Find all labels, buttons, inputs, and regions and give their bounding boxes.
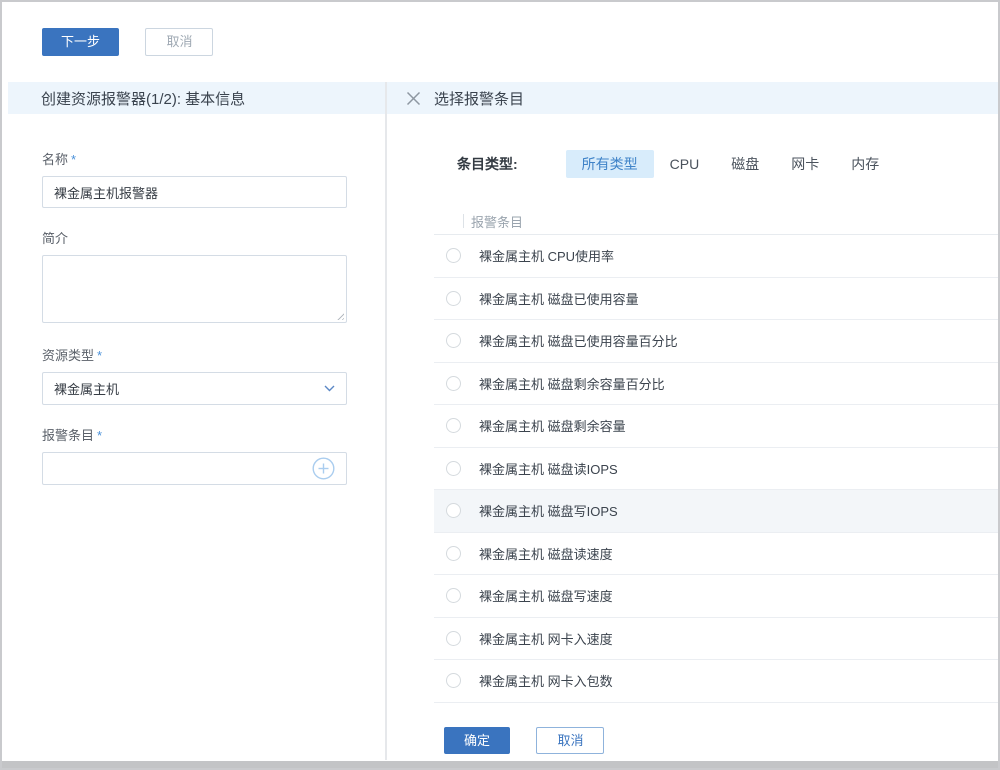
left-panel-title: 创建资源报警器(1/2): 基本信息 (41, 88, 245, 109)
radio-button[interactable] (446, 418, 461, 433)
item-type-label: 条目类型: (457, 154, 518, 174)
basic-info-form: 名称* 简介 资源类型* (8, 114, 385, 505)
radio-button[interactable] (446, 546, 461, 561)
description-field: 简介 (42, 228, 347, 323)
select-alarm-items-panel: 选择报警条目 条目类型: 所有类型CPU磁盘网卡内存 报警条目 裸金属主机 CP… (387, 82, 998, 760)
confirm-button[interactable]: 确定 (444, 727, 510, 754)
dialog-footer: 确定 取消 (387, 703, 998, 754)
alarm-item-label: 裸金属主机 网卡入速度 (479, 629, 613, 648)
item-type-tabs: 所有类型CPU磁盘网卡内存 (566, 150, 896, 178)
alarm-item-label: 裸金属主机 磁盘已使用容量百分比 (479, 331, 678, 350)
radio-button[interactable] (446, 376, 461, 391)
wizard-toolbar: 下一步 取消 (2, 2, 998, 82)
radio-button[interactable] (446, 333, 461, 348)
alarm-items-field: 报警条目* (42, 425, 347, 485)
tab-item-type-4[interactable]: 内存 (835, 150, 895, 178)
required-asterisk: * (97, 428, 102, 443)
main-area: 创建资源报警器(1/2): 基本信息 名称* 简介 (2, 82, 998, 760)
close-icon[interactable] (406, 91, 421, 106)
table-header-row: 报警条目 (434, 208, 998, 235)
name-field: 名称* (42, 149, 347, 208)
table-row[interactable]: 裸金属主机 磁盘读IOPS (434, 448, 998, 491)
name-input[interactable] (42, 176, 347, 208)
table-body: 裸金属主机 CPU使用率裸金属主机 磁盘已使用容量裸金属主机 磁盘已使用容量百分… (434, 235, 998, 703)
table-header-label: 报警条目 (471, 212, 523, 231)
alarm-items-label: 报警条目* (42, 425, 347, 444)
alarm-item-label: 裸金属主机 磁盘读速度 (479, 544, 613, 563)
radio-button[interactable] (446, 503, 461, 518)
description-label: 简介 (42, 228, 347, 247)
table-row[interactable]: 裸金属主机 磁盘读速度 (434, 533, 998, 576)
alarm-items-table: 报警条目 裸金属主机 CPU使用率裸金属主机 磁盘已使用容量裸金属主机 磁盘已使… (434, 208, 998, 703)
alarm-item-label: 裸金属主机 磁盘写速度 (479, 586, 613, 605)
alarm-item-label: 裸金属主机 CPU使用率 (479, 246, 614, 265)
table-row[interactable]: 裸金属主机 磁盘剩余容量百分比 (434, 363, 998, 406)
window-bottom-edge (2, 761, 998, 768)
table-row[interactable]: 裸金属主机 磁盘写IOPS (434, 490, 998, 533)
column-separator (463, 214, 464, 228)
chevron-down-icon (324, 385, 335, 392)
alarm-item-label: 裸金属主机 磁盘写IOPS (479, 501, 618, 520)
required-asterisk: * (97, 348, 102, 363)
wizard-cancel-button[interactable]: 取消 (145, 28, 213, 56)
right-panel-header: 选择报警条目 (387, 82, 998, 114)
table-row[interactable]: 裸金属主机 网卡入包数 (434, 660, 998, 703)
radio-button[interactable] (446, 291, 461, 306)
table-row[interactable]: 裸金属主机 磁盘写速度 (434, 575, 998, 618)
radio-button[interactable] (446, 673, 461, 688)
resource-type-field: 资源类型* 裸金属主机 (42, 345, 347, 405)
left-panel-header: 创建资源报警器(1/2): 基本信息 (8, 82, 385, 114)
resource-type-label: 资源类型* (42, 345, 347, 364)
radio-button[interactable] (446, 588, 461, 603)
dialog-cancel-button[interactable]: 取消 (536, 727, 604, 754)
table-row[interactable]: 裸金属主机 磁盘已使用容量百分比 (434, 320, 998, 363)
radio-button[interactable] (446, 631, 461, 646)
add-circle-icon[interactable] (312, 457, 335, 480)
tab-item-type-0[interactable]: 所有类型 (566, 150, 654, 178)
create-alarm-window: 下一步 取消 创建资源报警器(1/2): 基本信息 名称* 简介 (0, 0, 1000, 770)
right-panel-title: 选择报警条目 (434, 88, 524, 109)
alarm-items-picker[interactable] (42, 452, 347, 485)
table-row[interactable]: 裸金属主机 磁盘已使用容量 (434, 278, 998, 321)
alarm-item-label: 裸金属主机 磁盘剩余容量百分比 (479, 374, 665, 393)
item-type-filter: 条目类型: 所有类型CPU磁盘网卡内存 (457, 150, 998, 178)
resource-type-value: 裸金属主机 (54, 379, 324, 398)
next-step-button[interactable]: 下一步 (42, 28, 119, 56)
description-textarea[interactable] (42, 255, 347, 323)
resource-type-select[interactable]: 裸金属主机 (42, 372, 347, 405)
basic-info-panel: 创建资源报警器(1/2): 基本信息 名称* 简介 (8, 82, 385, 760)
radio-button[interactable] (446, 461, 461, 476)
alarm-item-label: 裸金属主机 磁盘已使用容量 (479, 289, 639, 308)
table-row[interactable]: 裸金属主机 CPU使用率 (434, 235, 998, 278)
alarm-item-label: 裸金属主机 网卡入包数 (479, 671, 613, 690)
table-row[interactable]: 裸金属主机 网卡入速度 (434, 618, 998, 661)
alarm-item-label: 裸金属主机 磁盘剩余容量 (479, 416, 626, 435)
radio-button[interactable] (446, 248, 461, 263)
alarm-item-label: 裸金属主机 磁盘读IOPS (479, 459, 618, 478)
tab-item-type-3[interactable]: 网卡 (775, 150, 835, 178)
name-label: 名称* (42, 149, 347, 168)
tab-item-type-2[interactable]: 磁盘 (715, 150, 775, 178)
tab-item-type-1[interactable]: CPU (654, 150, 716, 178)
required-asterisk: * (71, 152, 76, 167)
table-row[interactable]: 裸金属主机 磁盘剩余容量 (434, 405, 998, 448)
